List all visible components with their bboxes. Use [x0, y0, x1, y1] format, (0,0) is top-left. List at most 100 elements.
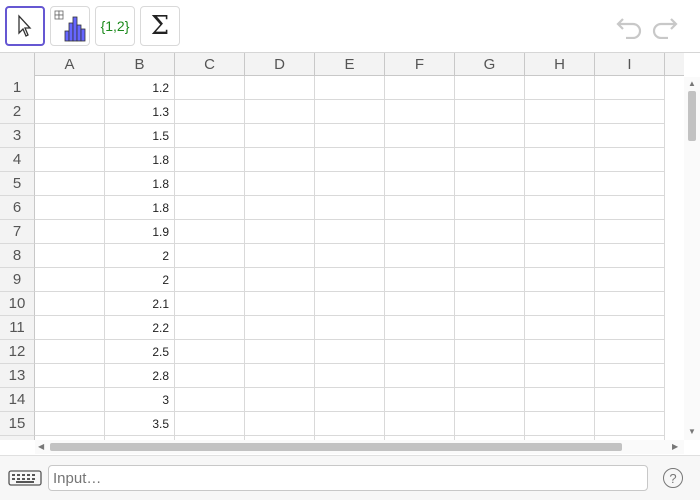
- cell-e14[interactable]: [315, 388, 385, 412]
- cell-d14[interactable]: [245, 388, 315, 412]
- cell-h14[interactable]: [525, 388, 595, 412]
- cell-i7[interactable]: [595, 220, 665, 244]
- column-header-b[interactable]: B: [105, 53, 175, 76]
- column-header-c[interactable]: C: [175, 53, 245, 76]
- cell-e6[interactable]: [315, 196, 385, 220]
- cell-b5[interactable]: 1.8: [105, 172, 175, 196]
- scroll-up-icon[interactable]: ▲: [688, 79, 696, 88]
- cell-b11[interactable]: 2.2: [105, 316, 175, 340]
- cell-b9[interactable]: 2: [105, 268, 175, 292]
- horizontal-scrollbar[interactable]: ◀ ▶: [35, 440, 684, 454]
- cell-c6[interactable]: [175, 196, 245, 220]
- row-header-10[interactable]: 10: [0, 292, 35, 316]
- cell-h8[interactable]: [525, 244, 595, 268]
- cell-a1[interactable]: [35, 76, 105, 100]
- cell-h1[interactable]: [525, 76, 595, 100]
- cell-h7[interactable]: [525, 220, 595, 244]
- cell-e4[interactable]: [315, 148, 385, 172]
- cell-d10[interactable]: [245, 292, 315, 316]
- algebra-input-field[interactable]: [48, 465, 648, 491]
- cell-g7[interactable]: [455, 220, 525, 244]
- cell-d7[interactable]: [245, 220, 315, 244]
- cell-f15[interactable]: [385, 412, 455, 436]
- row-header-8[interactable]: 8: [0, 244, 35, 268]
- column-header-f[interactable]: F: [385, 53, 455, 76]
- cell-e13[interactable]: [315, 364, 385, 388]
- cell-h3[interactable]: [525, 124, 595, 148]
- row-header-15[interactable]: 15: [0, 412, 35, 436]
- cell-h9[interactable]: [525, 268, 595, 292]
- cell-g3[interactable]: [455, 124, 525, 148]
- cell-a13[interactable]: [35, 364, 105, 388]
- cell-e15[interactable]: [315, 412, 385, 436]
- cell-h11[interactable]: [525, 316, 595, 340]
- cell-d13[interactable]: [245, 364, 315, 388]
- row-header-4[interactable]: 4: [0, 148, 35, 172]
- cell-i2[interactable]: [595, 100, 665, 124]
- cell-f12[interactable]: [385, 340, 455, 364]
- cell-h5[interactable]: [525, 172, 595, 196]
- cell-g10[interactable]: [455, 292, 525, 316]
- cell-c4[interactable]: [175, 148, 245, 172]
- cell-f3[interactable]: [385, 124, 455, 148]
- cell-c3[interactable]: [175, 124, 245, 148]
- undo-button[interactable]: [614, 13, 644, 41]
- cell-b8[interactable]: 2: [105, 244, 175, 268]
- cell-f7[interactable]: [385, 220, 455, 244]
- vertical-scrollbar[interactable]: ▲ ▼: [684, 77, 700, 440]
- cell-g12[interactable]: [455, 340, 525, 364]
- move-tool-button[interactable]: [5, 6, 45, 46]
- cell-a6[interactable]: [35, 196, 105, 220]
- cell-f14[interactable]: [385, 388, 455, 412]
- cell-g5[interactable]: [455, 172, 525, 196]
- column-header-d[interactable]: D: [245, 53, 315, 76]
- cell-g8[interactable]: [455, 244, 525, 268]
- cell-a11[interactable]: [35, 316, 105, 340]
- cell-c12[interactable]: [175, 340, 245, 364]
- cell-b1[interactable]: 1.2: [105, 76, 175, 100]
- row-header-7[interactable]: 7: [0, 220, 35, 244]
- cell-g13[interactable]: [455, 364, 525, 388]
- cell-g14[interactable]: [455, 388, 525, 412]
- histogram-tool-button[interactable]: [50, 6, 90, 46]
- cell-g1[interactable]: [455, 76, 525, 100]
- cell-a5[interactable]: [35, 172, 105, 196]
- cell-f2[interactable]: [385, 100, 455, 124]
- cell-c15[interactable]: [175, 412, 245, 436]
- row-header-3[interactable]: 3: [0, 124, 35, 148]
- cell-i5[interactable]: [595, 172, 665, 196]
- cell-b3[interactable]: 1.5: [105, 124, 175, 148]
- cell-a9[interactable]: [35, 268, 105, 292]
- cell-i14[interactable]: [595, 388, 665, 412]
- cell-b10[interactable]: 2.1: [105, 292, 175, 316]
- cell-a14[interactable]: [35, 388, 105, 412]
- row-header-14[interactable]: 14: [0, 388, 35, 412]
- cell-f6[interactable]: [385, 196, 455, 220]
- row-header-1[interactable]: 1: [0, 76, 35, 100]
- cell-a8[interactable]: [35, 244, 105, 268]
- cell-c8[interactable]: [175, 244, 245, 268]
- cell-e2[interactable]: [315, 100, 385, 124]
- cell-b15[interactable]: 3.5: [105, 412, 175, 436]
- row-header-5[interactable]: 5: [0, 172, 35, 196]
- row-header-11[interactable]: 11: [0, 316, 35, 340]
- cell-b4[interactable]: 1.8: [105, 148, 175, 172]
- cell-b6[interactable]: 1.8: [105, 196, 175, 220]
- cell-f5[interactable]: [385, 172, 455, 196]
- cell-d1[interactable]: [245, 76, 315, 100]
- cell-i12[interactable]: [595, 340, 665, 364]
- cell-i6[interactable]: [595, 196, 665, 220]
- horizontal-scroll-thumb[interactable]: [50, 443, 622, 451]
- cell-d15[interactable]: [245, 412, 315, 436]
- cell-c11[interactable]: [175, 316, 245, 340]
- cell-b13[interactable]: 2.8: [105, 364, 175, 388]
- cell-d3[interactable]: [245, 124, 315, 148]
- cell-e9[interactable]: [315, 268, 385, 292]
- cell-d6[interactable]: [245, 196, 315, 220]
- cell-a4[interactable]: [35, 148, 105, 172]
- cell-g15[interactable]: [455, 412, 525, 436]
- row-header-12[interactable]: 12: [0, 340, 35, 364]
- cell-h12[interactable]: [525, 340, 595, 364]
- row-header-13[interactable]: 13: [0, 364, 35, 388]
- cell-f4[interactable]: [385, 148, 455, 172]
